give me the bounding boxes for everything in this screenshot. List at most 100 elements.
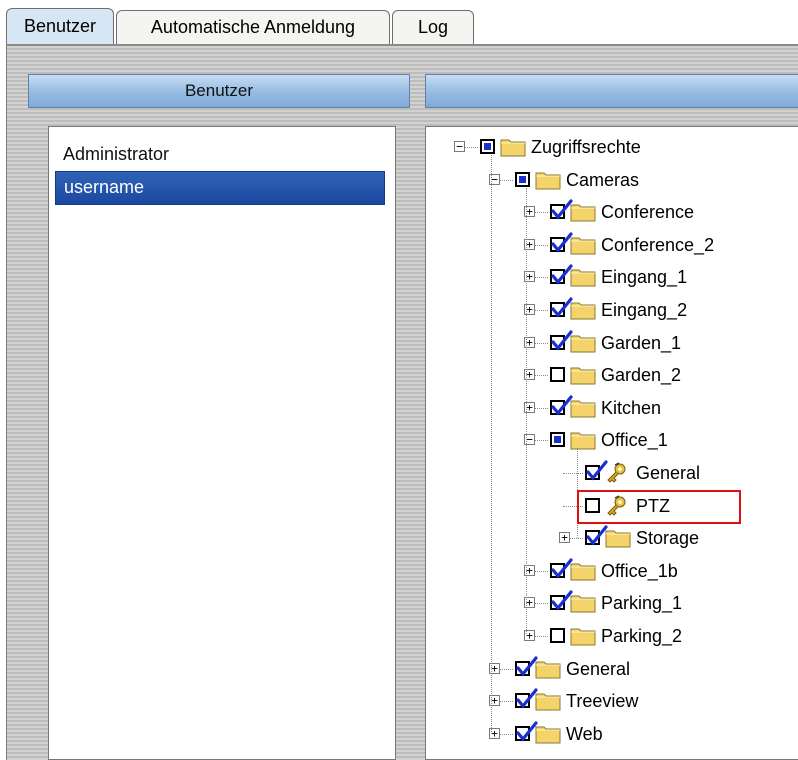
permission-checkbox[interactable] xyxy=(515,171,530,187)
tree-guide-line xyxy=(491,155,492,734)
tree-connector xyxy=(535,244,548,246)
tree-node-label: Cameras xyxy=(566,169,640,190)
tree-node-garden-2[interactable]: + Garden_2 xyxy=(426,359,796,391)
permission-checkbox[interactable] xyxy=(550,199,573,220)
permission-checkbox[interactable] xyxy=(515,721,538,742)
folder-icon xyxy=(570,365,596,385)
tab-benutzer[interactable]: Benutzer xyxy=(6,8,114,46)
tree-connector xyxy=(563,473,583,474)
tree-connector xyxy=(535,375,548,377)
tree-node-kitchen[interactable]: + Kitchen xyxy=(426,392,796,424)
tree-connector xyxy=(535,603,548,605)
folder-icon xyxy=(570,593,596,613)
permission-checkbox[interactable] xyxy=(550,232,573,253)
permission-checkbox[interactable] xyxy=(515,688,538,709)
permission-checkbox[interactable] xyxy=(550,329,573,351)
user-username-selected[interactable]: username xyxy=(55,171,385,205)
tree-connector xyxy=(535,440,548,442)
tree-connector xyxy=(570,538,583,540)
tree-node-parking-2[interactable]: + Parking_2 xyxy=(426,620,796,652)
folder-icon xyxy=(570,267,596,287)
permission-checkbox[interactable] xyxy=(550,264,573,285)
tree-node-label: Zugriffsrechte xyxy=(531,137,641,157)
tree-node-label: Parking_2 xyxy=(601,626,683,646)
folder-icon xyxy=(570,398,596,418)
tree-connector xyxy=(500,701,513,703)
tree-node-label: Kitchen xyxy=(601,397,662,418)
folder-icon xyxy=(535,659,561,679)
tree-node-eingang-1[interactable]: + Eingang_1 xyxy=(426,261,796,293)
tree-node-label: Office_1 xyxy=(601,430,668,451)
main-frame: Benutzer Administrator username − Zugriff… xyxy=(6,46,798,760)
tree-connector xyxy=(535,212,548,214)
tree-node-label: Conference xyxy=(601,202,695,223)
tree-connector xyxy=(500,179,513,181)
tab-automatische-anmeldung[interactable]: Automatische Anmeldung xyxy=(116,10,390,44)
tree-connector xyxy=(500,733,513,735)
tree-node-label: Eingang_1 xyxy=(601,267,688,288)
tree-node-label: Web xyxy=(566,723,603,744)
users-panel-header: Benutzer xyxy=(28,74,410,108)
permission-checkbox[interactable] xyxy=(480,139,495,154)
tree-node-general[interactable]: General xyxy=(426,457,796,489)
permission-checkbox[interactable] xyxy=(550,628,565,643)
rights-tree[interactable]: − Zugriffsrechte − Cameras + Conference + Confe… xyxy=(425,126,798,760)
rights-panel-header xyxy=(425,74,798,108)
tree-node-treeview[interactable]: + Treeview xyxy=(426,685,796,717)
permission-checkbox[interactable] xyxy=(550,367,565,383)
tree-connector xyxy=(535,310,548,311)
tree-connector xyxy=(535,277,548,279)
folder-icon xyxy=(570,235,596,255)
folder-icon xyxy=(570,626,596,646)
folder-icon xyxy=(570,430,596,450)
tree-node-label: Treeview xyxy=(566,691,639,712)
folder-icon xyxy=(535,724,561,744)
tree-node-label: Eingang_2 xyxy=(601,300,688,320)
ptz-highlight-box xyxy=(577,489,741,524)
tree-node-garden-1[interactable]: + Garden_1 xyxy=(426,327,796,359)
permission-checkbox[interactable] xyxy=(550,432,565,448)
tree-node-label: Storage xyxy=(636,528,700,549)
tree-node-parking-1[interactable]: + Parking_1 xyxy=(426,587,796,619)
tree-node-zugriffsrechte[interactable]: − Zugriffsrechte xyxy=(426,131,796,163)
permission-checkbox[interactable] xyxy=(550,590,573,611)
tree-node-conference[interactable]: + Conference xyxy=(426,196,796,228)
permission-checkbox[interactable] xyxy=(585,460,608,481)
tree-node-general[interactable]: + General xyxy=(426,653,796,685)
folder-icon xyxy=(535,170,561,190)
tab-log[interactable]: Log xyxy=(392,10,474,44)
tree-node-label: Garden_2 xyxy=(601,365,682,386)
permission-checkbox[interactable] xyxy=(550,558,573,579)
permission-checkbox[interactable] xyxy=(550,297,573,318)
expand-toggle-icon[interactable]: + xyxy=(559,532,570,544)
tree-node-label: Parking_1 xyxy=(601,593,683,614)
permission-checkbox[interactable] xyxy=(515,655,538,677)
folder-icon xyxy=(605,528,631,548)
tab-strip: Benutzer Automatische Anmeldung Log xyxy=(0,0,798,46)
tree-node-cameras[interactable]: − Cameras xyxy=(426,164,796,196)
user-list[interactable]: Administrator username xyxy=(48,126,396,760)
user-administrator[interactable]: Administrator xyxy=(55,137,385,171)
tree-node-label: Office_1b xyxy=(601,560,678,581)
tree-node-conference-2[interactable]: + Conference_2 xyxy=(426,229,796,261)
tree-node-eingang-2[interactable]: + Eingang_2 xyxy=(426,294,796,326)
tree-guide-line xyxy=(526,187,527,636)
tree-node-web[interactable]: + Web xyxy=(426,718,796,750)
tree-node-office-1[interactable]: − Office_1 xyxy=(426,424,796,456)
tree-node-office-1b[interactable]: + Office_1b xyxy=(426,555,796,587)
tree-connector xyxy=(465,147,478,148)
permission-checkbox[interactable] xyxy=(550,395,573,416)
tree-connector xyxy=(500,668,513,670)
folder-icon xyxy=(570,202,596,222)
folder-icon xyxy=(570,561,596,581)
tree-node-storage[interactable]: + Storage xyxy=(426,522,796,554)
tree-connector xyxy=(535,570,548,572)
tree-node-label: General xyxy=(636,463,701,483)
collapse-toggle-icon[interactable]: − xyxy=(454,141,465,152)
permission-checkbox[interactable] xyxy=(585,525,608,546)
folder-icon xyxy=(570,300,596,320)
panel-splitter[interactable] xyxy=(411,46,419,760)
tree-connector xyxy=(535,342,548,344)
tree-connector xyxy=(535,636,548,637)
folder-icon xyxy=(500,137,526,157)
